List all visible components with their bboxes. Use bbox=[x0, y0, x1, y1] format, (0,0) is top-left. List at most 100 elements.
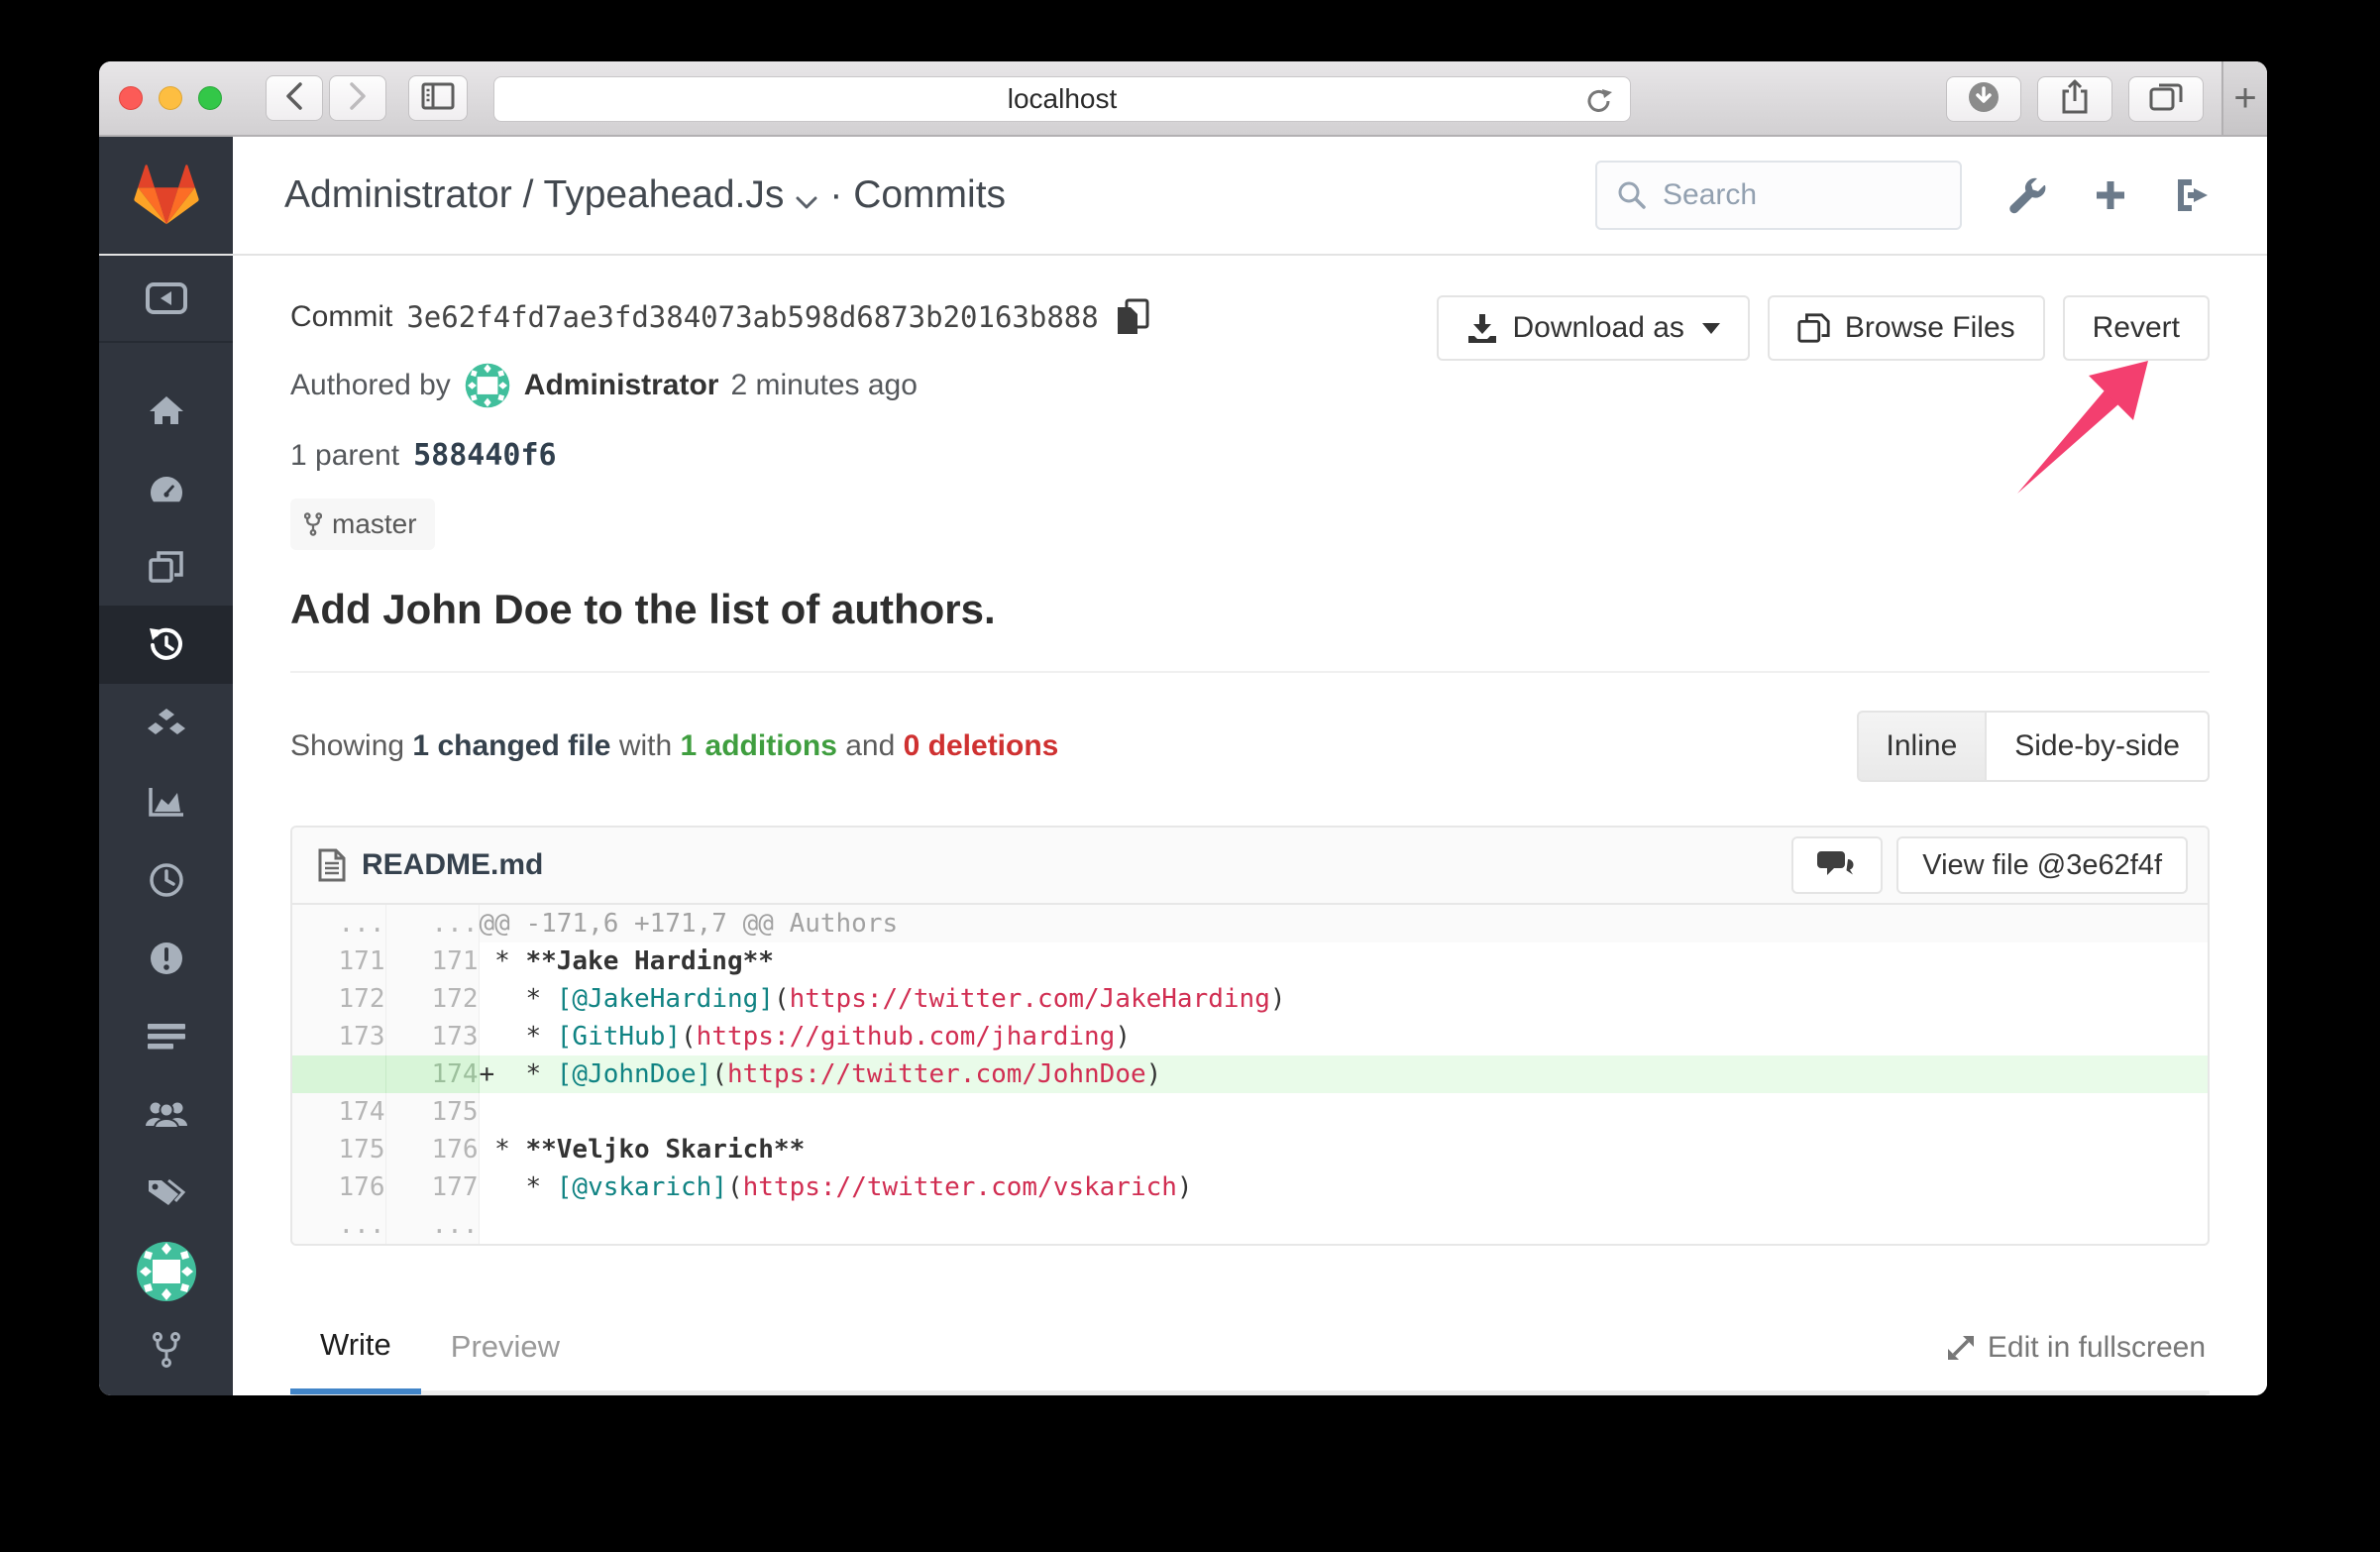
tab-preview[interactable]: Preview bbox=[421, 1329, 590, 1390]
sidebar-item-labels[interactable] bbox=[99, 1154, 233, 1232]
old-line-number[interactable]: ... bbox=[292, 1206, 386, 1244]
diff-row: 175 176 * **Veljko Skarich** bbox=[292, 1131, 2208, 1168]
breadcrumb: Administrator / Typeahead.Js · Commits bbox=[284, 137, 1006, 254]
breadcrumb-section: · Commits bbox=[829, 173, 1007, 216]
forward-button[interactable] bbox=[329, 75, 386, 121]
back-button[interactable] bbox=[266, 75, 323, 121]
view-file-button[interactable]: View file @3e62f4f bbox=[1896, 836, 2188, 894]
edit-fullscreen-label: Edit in fullscreen bbox=[1987, 1331, 2206, 1364]
old-line-number[interactable]: 176 bbox=[292, 1168, 386, 1206]
browse-files-button[interactable]: Browse Files bbox=[1767, 295, 2045, 361]
old-line-number[interactable]: 172 bbox=[292, 980, 386, 1018]
revert-button[interactable]: Revert bbox=[2062, 295, 2210, 361]
sign-out-icon[interactable] bbox=[2174, 177, 2212, 213]
clipboard-copy-icon bbox=[1117, 298, 1149, 334]
sidebar-item-issues[interactable] bbox=[99, 919, 233, 997]
line-content: * [GitHub](https://github.com/jharding) bbox=[479, 1022, 1131, 1052]
browser-toolbar: localhost + bbox=[99, 61, 2267, 137]
new-line-number[interactable]: ... bbox=[385, 1206, 480, 1244]
clock-icon bbox=[149, 862, 183, 897]
inline-view-button[interactable]: Inline bbox=[1856, 711, 1986, 782]
diff-row: 171 171 * **Jake Harding** bbox=[292, 942, 2208, 980]
sidebar-item-pipelines[interactable] bbox=[99, 840, 233, 919]
sidebar-item-files[interactable] bbox=[99, 527, 233, 606]
search-box[interactable] bbox=[1595, 161, 1962, 230]
reload-icon[interactable] bbox=[1584, 86, 1614, 116]
sidebar-item-commits[interactable] bbox=[99, 606, 233, 684]
downloads-button[interactable] bbox=[1946, 76, 2021, 122]
share-button[interactable] bbox=[2037, 76, 2112, 122]
new-tab-button[interactable]: + bbox=[2221, 61, 2267, 135]
old-line-number[interactable]: ... bbox=[292, 905, 386, 942]
gitlab-logo[interactable] bbox=[99, 137, 233, 254]
sidebar-collapse-button[interactable] bbox=[99, 256, 233, 343]
old-line-number[interactable]: 174 bbox=[292, 1093, 386, 1131]
new-line-number[interactable]: 175 bbox=[385, 1093, 480, 1131]
zoom-window-button[interactable] bbox=[198, 86, 222, 110]
side-by-side-view-button[interactable]: Side-by-side bbox=[1985, 711, 2210, 782]
browse-files-icon bbox=[1797, 313, 1830, 343]
author-avatar[interactable] bbox=[465, 363, 510, 408]
summary-text: Showing 1 changed file with 1 additions … bbox=[290, 729, 1059, 762]
commit-label: Commit bbox=[290, 300, 393, 333]
admin-wrench-icon[interactable] bbox=[2007, 175, 2047, 215]
new-line-number[interactable]: ... bbox=[385, 905, 480, 942]
new-line-number[interactable]: 177 bbox=[385, 1168, 480, 1206]
diff-view-toggle: Inline Side-by-side bbox=[1856, 711, 2210, 782]
project-sidebar bbox=[99, 256, 233, 1395]
comment-button[interactable] bbox=[1791, 836, 1884, 894]
copy-sha-button[interactable] bbox=[1115, 297, 1150, 337]
history-icon bbox=[149, 627, 182, 660]
chart-icon bbox=[148, 787, 183, 817]
commit-message: Add John Doe to the list of authors. bbox=[290, 586, 996, 632]
diff-row: 174 + * [@JohnDoe](https://twitter.com/Jo… bbox=[292, 1055, 2208, 1093]
author-name[interactable]: Administrator bbox=[524, 369, 719, 402]
tab-overview-button[interactable] bbox=[2128, 76, 2204, 122]
annotation-arrow bbox=[2017, 361, 2148, 494]
sidebar-project-avatar[interactable] bbox=[99, 1232, 233, 1310]
chevron-down-icon[interactable] bbox=[796, 176, 817, 220]
changed-files-count: 1 changed file bbox=[412, 729, 611, 762]
minimize-window-button[interactable] bbox=[159, 86, 182, 110]
new-project-plus-icon[interactable] bbox=[2093, 177, 2128, 213]
home-icon bbox=[149, 395, 183, 424]
edit-fullscreen-link[interactable]: Edit in fullscreen bbox=[1946, 1331, 2206, 1365]
new-line-number[interactable]: 171 bbox=[385, 942, 480, 980]
sidebar-toggle-button[interactable] bbox=[408, 75, 468, 121]
new-line-number[interactable]: 176 bbox=[385, 1131, 480, 1168]
download-as-button[interactable]: Download as bbox=[1437, 295, 1750, 361]
old-line-number[interactable]: 175 bbox=[292, 1131, 386, 1168]
cubes-icon bbox=[147, 708, 185, 734]
sidebar-item-activity[interactable] bbox=[99, 449, 233, 527]
address-bar[interactable]: localhost bbox=[493, 76, 1631, 122]
new-line-number[interactable]: 172 bbox=[385, 980, 480, 1018]
old-line-number[interactable]: 173 bbox=[292, 1018, 386, 1055]
parent-label: 1 parent bbox=[290, 438, 400, 472]
sidebar-item-forks[interactable] bbox=[99, 1310, 233, 1388]
new-line-number[interactable]: 173 bbox=[385, 1018, 480, 1055]
revert-label: Revert bbox=[2092, 311, 2180, 344]
diff-row: ...... bbox=[292, 1206, 2208, 1244]
parent-sha-link[interactable]: 588440f6 bbox=[413, 438, 557, 473]
branch-badge[interactable]: master bbox=[290, 499, 435, 550]
sidebar-item-merge-requests[interactable] bbox=[99, 997, 233, 1075]
members-group-icon bbox=[145, 1102, 187, 1129]
diff-row: 174 175 bbox=[292, 1093, 2208, 1131]
line-content: * [@JakeHarding](https://twitter.com/Jak… bbox=[479, 984, 1286, 1014]
sidebar-item-graphs[interactable] bbox=[99, 762, 233, 840]
search-input[interactable] bbox=[1663, 178, 1900, 212]
tab-write[interactable]: Write bbox=[290, 1327, 421, 1394]
breadcrumb-project[interactable]: Administrator / Typeahead.Js bbox=[284, 173, 784, 217]
sidebar-item-project-home[interactable] bbox=[99, 371, 233, 449]
file-icon bbox=[318, 848, 346, 882]
sidebar-item-network[interactable] bbox=[99, 684, 233, 762]
diff-filename[interactable]: README.md bbox=[362, 848, 543, 882]
sidebar-item-members[interactable] bbox=[99, 1075, 233, 1154]
comment-textarea[interactable] bbox=[290, 1394, 2210, 1395]
line-content: + * [@JohnDoe](https://twitter.com/JohnD… bbox=[479, 1055, 2208, 1093]
line-content: * **Veljko Skarich** bbox=[479, 1135, 806, 1164]
new-line-number[interactable]: 174 bbox=[385, 1055, 480, 1093]
old-line-number[interactable]: 171 bbox=[292, 942, 386, 980]
close-window-button[interactable] bbox=[119, 86, 143, 110]
old-line-number[interactable] bbox=[292, 1055, 386, 1093]
